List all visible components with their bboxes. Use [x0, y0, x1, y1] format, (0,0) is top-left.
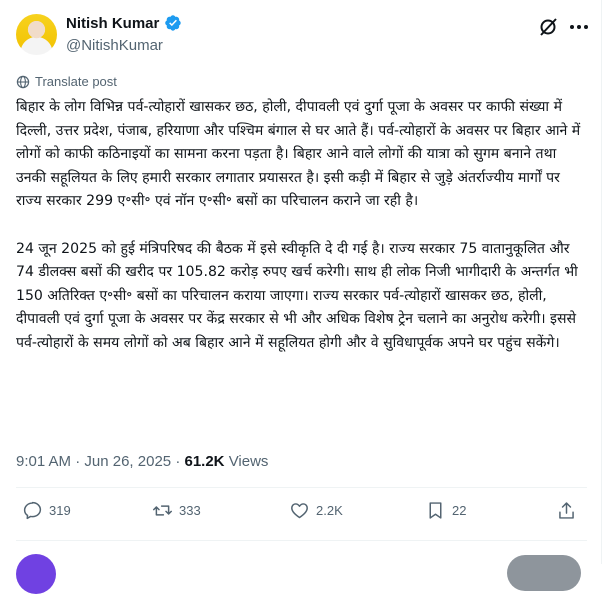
author-name-row: Nitish Kumar: [66, 14, 182, 32]
post-meta: 9:01 AM · Jun 26, 2025 · 61.2K Views: [16, 453, 268, 470]
repost-count: 333: [179, 503, 201, 518]
divider: [16, 487, 587, 488]
meta-separator: ·: [175, 453, 181, 470]
heart-icon: [291, 503, 308, 519]
bookmark-button[interactable]: 22: [425, 500, 466, 521]
repost-button[interactable]: 333: [152, 500, 201, 521]
post-text: बिहार के लोग विभिन्न पर्व-त्योहारों खासक…: [16, 99, 581, 351]
translate-label: Translate post: [35, 74, 117, 89]
like-button[interactable]: 2.2K: [289, 500, 343, 521]
grok-icon[interactable]: [537, 16, 559, 38]
reply-button[interactable]: 319: [22, 500, 71, 521]
reply-count: 319: [49, 503, 71, 518]
like-count: 2.2K: [316, 503, 343, 518]
bookmark-icon: [429, 502, 442, 519]
translate-post-link[interactable]: Translate post: [16, 74, 117, 89]
action-bar: 319 333 2.2K 22: [16, 500, 587, 528]
reply-icon: [23, 501, 42, 520]
reply-submit-button[interactable]: [507, 555, 581, 591]
post-detail-panel: Nitish Kumar @NitishKumar Translate post…: [0, 0, 602, 594]
meta-separator: ·: [75, 453, 81, 470]
divider: [16, 540, 587, 541]
bookmark-count: 22: [452, 503, 467, 518]
post-time[interactable]: 9:01 AM: [16, 453, 71, 470]
share-button[interactable]: [556, 500, 577, 521]
author-avatar[interactable]: [16, 14, 57, 55]
user-avatar[interactable]: [16, 554, 56, 594]
views-count: 61.2K: [184, 453, 225, 470]
views-label: Views: [228, 453, 269, 470]
author-handle[interactable]: @NitishKumar: [66, 37, 163, 54]
more-icon[interactable]: [567, 17, 591, 37]
share-icon: [559, 502, 574, 519]
author-name[interactable]: Nitish Kumar: [66, 15, 159, 32]
post-date[interactable]: Jun 26, 2025: [84, 453, 171, 470]
verified-badge-icon: [165, 15, 182, 31]
translate-icon: [16, 75, 30, 88]
repost-icon: [153, 505, 172, 516]
